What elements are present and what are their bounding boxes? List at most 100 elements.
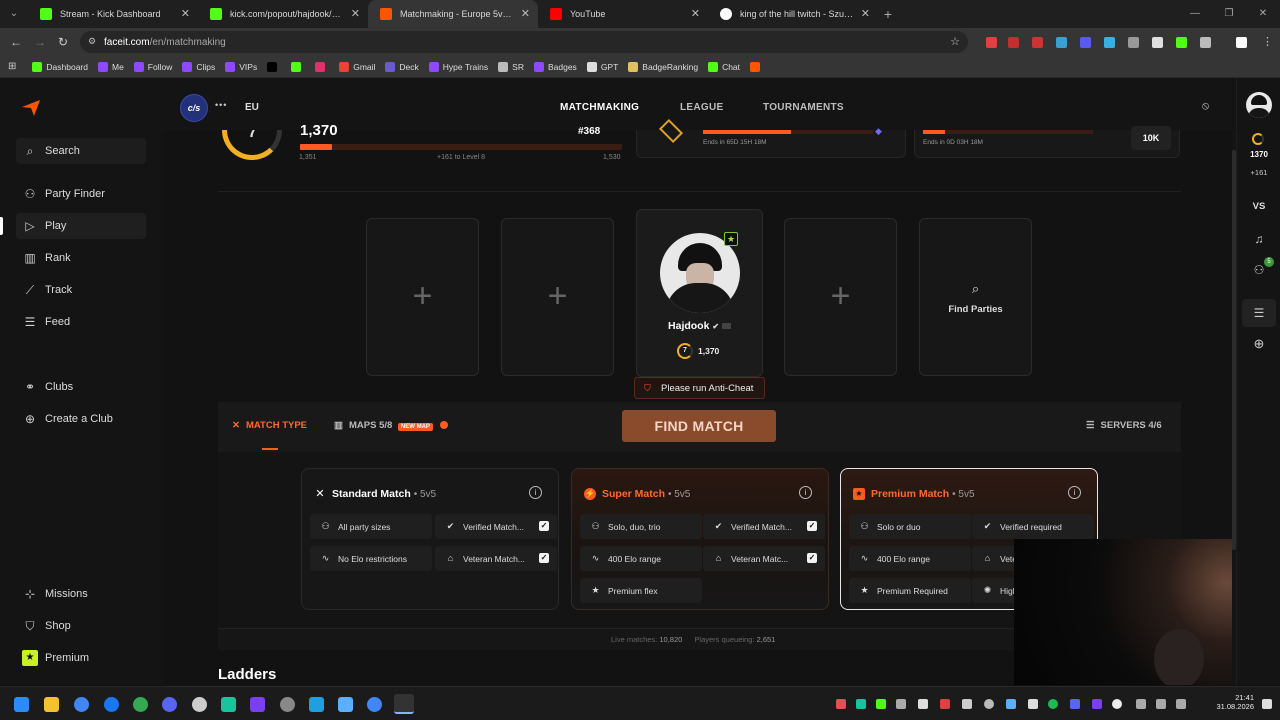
sidebar-item-missions[interactable]: ⊹ Missions [16, 581, 146, 607]
audio-app-icon[interactable] [221, 697, 236, 712]
extension-icon[interactable] [1176, 37, 1187, 48]
nav-league[interactable]: LEAGUE [680, 102, 723, 113]
extension-icon[interactable] [986, 37, 997, 48]
extensions-puzzle-icon[interactable] [1200, 37, 1211, 48]
app-icon[interactable] [192, 697, 207, 712]
sidebar-item-rank[interactable]: ▥ Rank [16, 245, 146, 271]
sidebar-search[interactable]: ⌕ Search [16, 138, 146, 164]
party-slot-empty[interactable]: + [501, 218, 614, 376]
mode-card-super[interactable]: ⚡ Super Match • 5v5 i ⚇ Solo, duo, trio ✔… [571, 468, 829, 610]
extension-icon[interactable] [1008, 37, 1019, 48]
reload-icon[interactable]: ↻ [58, 35, 68, 49]
sidebar-item-shop[interactable]: ⛉ Shop [16, 613, 146, 639]
battery-icon[interactable] [1176, 699, 1186, 709]
apps-grid-icon[interactable]: ⊞ [8, 61, 16, 72]
close-tab-icon[interactable]: ✕ [351, 7, 360, 20]
sidebar-item-create-club[interactable]: ⊕ Create a Club [16, 406, 146, 432]
party-icon[interactable]: ☰ [1242, 299, 1276, 327]
bookmark-item[interactable]: Chat [708, 61, 740, 72]
user-avatar[interactable] [1246, 92, 1272, 118]
app-icon[interactable] [309, 697, 324, 712]
bookmark-item[interactable] [267, 61, 281, 72]
app-grid-icon[interactable] [250, 697, 265, 712]
notification-center-icon[interactable] [1262, 699, 1272, 709]
tray-icon[interactable] [876, 699, 886, 709]
game-selector-cs-icon[interactable]: c/s [180, 94, 208, 122]
checkbox-checked-icon[interactable]: ✓ [807, 553, 817, 563]
info-icon[interactable]: i [799, 486, 812, 499]
find-parties-card[interactable]: ⌕ Find Parties [919, 218, 1032, 376]
bookmark-item[interactable] [291, 61, 305, 72]
checkbox-checked-icon[interactable]: ✓ [539, 521, 549, 531]
info-icon[interactable]: i [1068, 486, 1081, 499]
close-window-icon[interactable]: ✕ [1246, 0, 1280, 28]
tray-icon[interactable] [856, 699, 866, 709]
bookmark-item[interactable]: Badges [533, 61, 577, 72]
challenge-card-2[interactable]: Ends in 0D 03H 18M 10K [914, 126, 1180, 158]
info-icon[interactable]: i [529, 486, 542, 499]
faceit-app-icon[interactable] [394, 694, 414, 714]
browser-tab-google-search[interactable]: king of the hill twitch - Szukaj w ✕ [708, 0, 878, 28]
new-tab-button[interactable]: + [878, 0, 898, 28]
windows-start-icon[interactable] [14, 697, 29, 712]
nav-matchmaking[interactable]: MATCHMAKING [560, 102, 639, 113]
extension-icon[interactable] [1152, 37, 1163, 48]
challenge-card-1[interactable]: Ends in 65D 15H 18M ◆ [636, 118, 906, 158]
anticheat-warning[interactable]: ⛉ Please run Anti-Cheat [634, 377, 765, 399]
browser-tab-kick-chat[interactable]: kick.com/popout/hajdook/chat ✕ [198, 0, 368, 28]
party-slot-empty[interactable]: + [784, 218, 897, 376]
bell-icon[interactable]: ♫ [1237, 232, 1280, 246]
bookmark-item[interactable]: SR [498, 61, 524, 72]
bookmark-item[interactable] [315, 61, 329, 72]
tray-icon[interactable] [962, 699, 972, 709]
party-slot-player[interactable]: ★ Hajdook ✔ 7 1,370 [636, 209, 763, 377]
close-tab-icon[interactable]: ✕ [691, 7, 700, 20]
spotify-icon[interactable] [1048, 699, 1058, 709]
tray-icon[interactable] [1006, 699, 1016, 709]
site-info-icon[interactable]: ⚙ [88, 36, 96, 47]
discord-icon[interactable] [162, 697, 177, 712]
browser-tab-matchmaking[interactable]: Matchmaking - Europe 5v5 Qu ✕ [368, 0, 538, 28]
browser-tab-kick-dashboard[interactable]: Stream - Kick Dashboard ✕ [28, 0, 198, 28]
file-explorer-icon[interactable] [44, 697, 59, 712]
tray-icon[interactable] [984, 699, 994, 709]
sidebar-item-clubs[interactable]: ⚭ Clubs [16, 374, 146, 400]
chrome-icon[interactable] [367, 697, 382, 712]
add-circle-icon[interactable]: ⊕ [1237, 336, 1280, 352]
bookmark-item[interactable]: Me [97, 61, 124, 72]
notifications-off-icon[interactable]: ⦸ [1202, 100, 1209, 113]
tray-icon[interactable] [940, 699, 950, 709]
tab-maps[interactable]: ▥ MAPS 5/8 NEW MAP [334, 420, 448, 431]
chrome-profile-icon[interactable] [133, 697, 148, 712]
chrome-icon[interactable] [74, 697, 89, 712]
bookmark-item[interactable] [750, 61, 764, 72]
extension-icon[interactable] [1128, 37, 1139, 48]
party-slot-empty[interactable]: + [366, 218, 479, 376]
bookmark-item[interactable]: Clips [182, 61, 215, 72]
close-tab-icon[interactable]: ✕ [521, 7, 530, 20]
network-icon[interactable] [1136, 699, 1146, 709]
bookmark-item[interactable]: Dashboard [32, 61, 88, 72]
close-tab-icon[interactable]: ✕ [861, 7, 870, 20]
profile-icon[interactable] [1236, 37, 1247, 48]
player-name[interactable]: Hajdook [668, 320, 709, 332]
extension-icon[interactable] [1032, 37, 1043, 48]
checkbox-checked-icon[interactable]: ✓ [539, 553, 549, 563]
mode-card-standard[interactable]: ✕ Standard Match • 5v5 i ⚇ All party size… [301, 468, 559, 610]
app-icon[interactable] [280, 697, 295, 712]
sidebar-item-play[interactable]: ▷ Play [16, 213, 146, 239]
menu-kebab-icon[interactable]: ⋮ [1262, 35, 1273, 48]
extension-icon[interactable] [1080, 37, 1091, 48]
bookmark-star-icon[interactable]: ☆ [950, 35, 960, 48]
tray-icon[interactable] [918, 699, 928, 709]
tray-icon[interactable] [1070, 699, 1080, 709]
checkbox-checked-icon[interactable]: ✓ [807, 521, 817, 531]
sidebar-item-premium[interactable]: ★ Premium [16, 645, 146, 671]
forward-arrow-icon[interactable]: → [34, 35, 46, 49]
bookmark-item[interactable]: Deck [385, 61, 419, 72]
tray-icon[interactable] [1112, 699, 1122, 709]
bookmark-item[interactable]: BadgeRanking [628, 61, 698, 72]
app-icon[interactable] [338, 697, 353, 712]
tray-icon[interactable] [1028, 699, 1038, 709]
sidebar-item-feed[interactable]: ☰ Feed [16, 309, 146, 335]
